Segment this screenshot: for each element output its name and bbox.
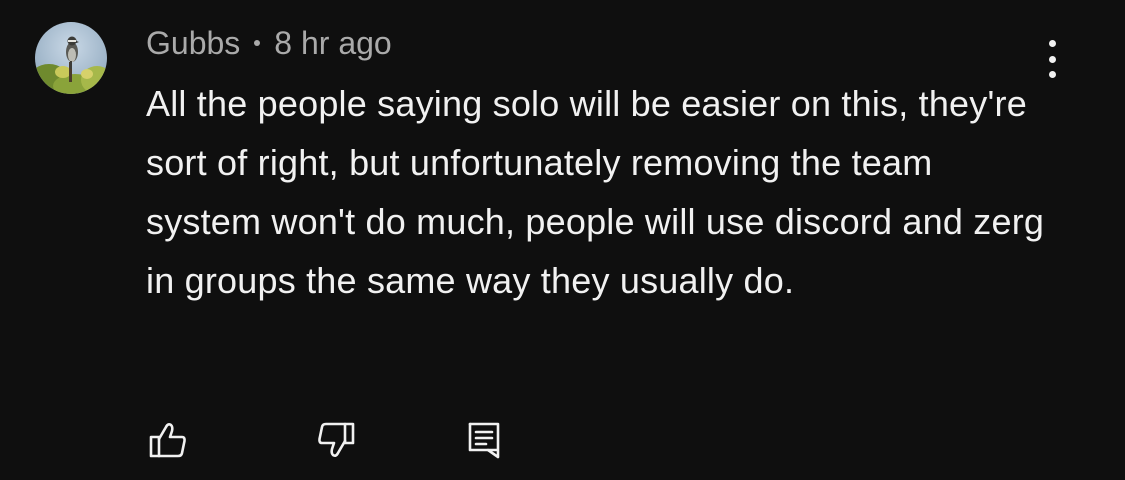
author-name[interactable]: Gubbs bbox=[146, 25, 240, 62]
comment-timestamp: 8 hr ago bbox=[274, 24, 392, 61]
bird-avatar-icon bbox=[35, 22, 107, 94]
like-button[interactable] bbox=[146, 418, 190, 462]
reply-button[interactable] bbox=[462, 418, 506, 462]
more-vert-icon bbox=[1048, 40, 1056, 47]
separator-dot-icon bbox=[254, 40, 261, 46]
more-vert-icon-dot bbox=[1048, 55, 1056, 63]
comment-text: All the people saying solo will be easie… bbox=[146, 83, 1045, 301]
comment-meta: Gubbs 8 hr ago bbox=[146, 22, 392, 64]
avatar[interactable] bbox=[35, 22, 107, 94]
comment-item: Gubbs 8 hr ago All the people saying sol… bbox=[0, 0, 1125, 480]
thumb-down-icon bbox=[318, 422, 355, 457]
reply-comment-icon bbox=[468, 422, 500, 459]
dislike-button[interactable] bbox=[314, 418, 358, 462]
more-vert-icon-dot bbox=[1048, 71, 1056, 78]
thumb-up-icon bbox=[149, 423, 186, 458]
